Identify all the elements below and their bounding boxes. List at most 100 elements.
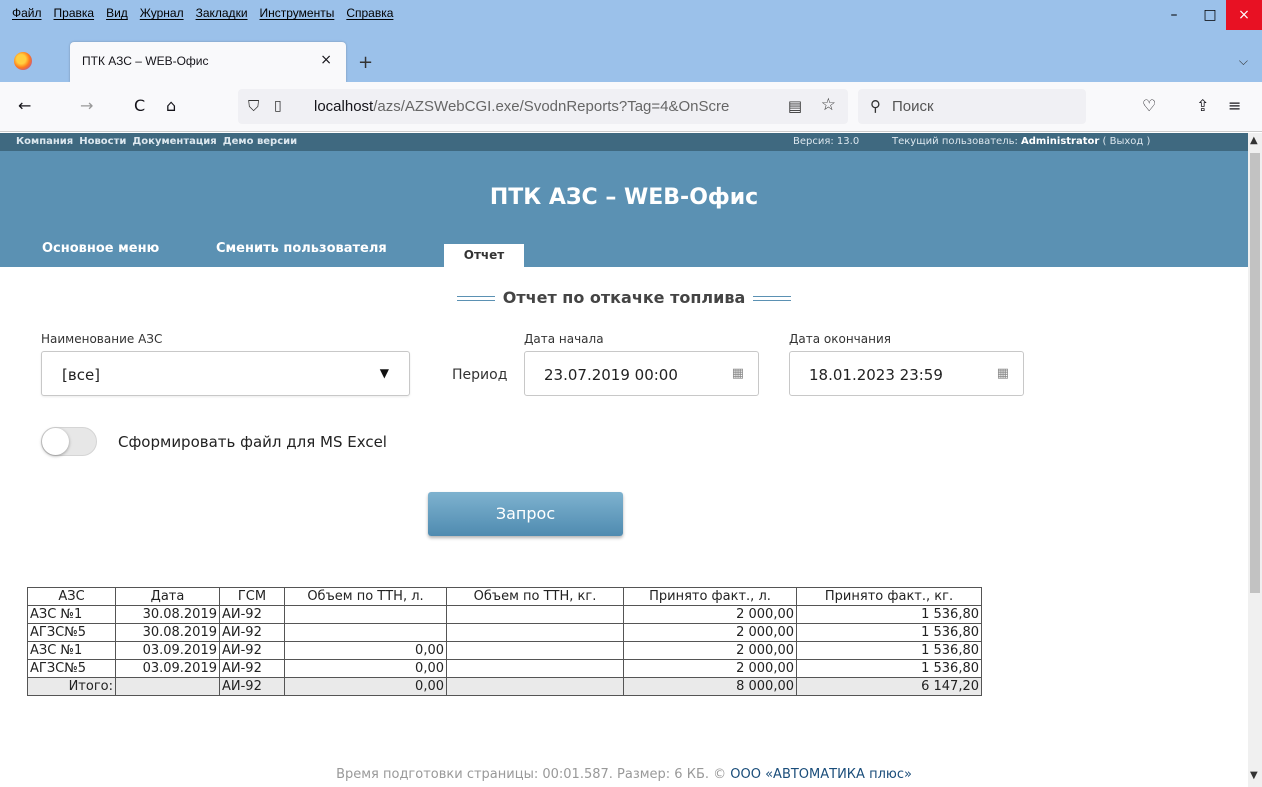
- col-header: Принято факт., л.: [623, 587, 797, 606]
- total-date: [115, 677, 220, 696]
- forward-arrow-icon[interactable]: →: [80, 96, 93, 115]
- cell-fact-l: 2 000,00: [623, 659, 797, 678]
- station-select[interactable]: [все] ▼: [41, 351, 410, 396]
- menu-file[interactable]: Файл: [12, 6, 42, 20]
- tab-report[interactable]: Отчет: [444, 244, 524, 267]
- request-button[interactable]: Запрос: [428, 492, 623, 536]
- total-fact-l: 8 000,00: [623, 677, 797, 696]
- start-date-input[interactable]: 23.07.2019 00:00 ▦: [524, 351, 759, 396]
- cell-station: АЗС №1: [27, 641, 116, 660]
- footer-text: Время подготовки страницы: 00:01.587. Ра…: [336, 767, 731, 782]
- cell-ttn-l: [284, 623, 447, 642]
- station-select-value: [все]: [62, 366, 101, 384]
- calendar-icon[interactable]: ▦: [997, 366, 1009, 381]
- total-ttn-kg: [446, 677, 624, 696]
- url-host: localhost: [314, 98, 374, 115]
- logout-link[interactable]: ( Выход ): [1099, 136, 1151, 147]
- user-prefix: Текущий пользователь:: [892, 136, 1022, 147]
- excel-toggle-label: Сформировать файл для MS Excel: [118, 433, 387, 451]
- col-header: ГСМ: [219, 587, 285, 606]
- company-link[interactable]: ООО «АВТОМАТИКА плюс»: [730, 767, 912, 782]
- cell-fact-kg: 1 536,80: [796, 623, 982, 642]
- link-demo[interactable]: Демо версии: [223, 136, 297, 147]
- table-total-row: Итого: АИ-92 0,00 8 000,00 6 147,20: [27, 677, 982, 696]
- search-bar[interactable]: ⚲ Поиск: [858, 89, 1086, 124]
- cell-ttn-kg: [446, 641, 624, 660]
- link-docs[interactable]: Документация: [132, 136, 216, 147]
- browser-menubar: Файл Правка Вид Журнал Закладки Инструме…: [0, 0, 1262, 38]
- menu-edit[interactable]: Правка: [54, 6, 95, 20]
- menu-history[interactable]: Журнал: [140, 6, 184, 20]
- scroll-thumb[interactable]: [1250, 153, 1260, 593]
- browser-tab-active[interactable]: ПТК АЗС – WEB-Офис ×: [70, 42, 346, 82]
- menu-list: Файл Правка Вид Журнал Закладки Инструме…: [12, 6, 393, 20]
- end-date-value: 18.01.2023 23:59: [809, 366, 943, 384]
- menu-bookmarks[interactable]: Закладки: [196, 6, 248, 20]
- cell-ttn-kg: [446, 623, 624, 642]
- cell-fact-kg: 1 536,80: [796, 659, 982, 678]
- menu-view[interactable]: Вид: [106, 6, 128, 20]
- cell-fact-l: 2 000,00: [623, 623, 797, 642]
- table-row: АГЗС№5 30.08.2019 АИ-92 2 000,00 1 536,8…: [27, 623, 982, 642]
- app-menu-icon[interactable]: ≡: [1228, 96, 1241, 115]
- scroll-up-icon[interactable]: ▲: [1250, 135, 1258, 146]
- excel-toggle[interactable]: [41, 427, 97, 456]
- cell-fuel: АИ-92: [219, 605, 285, 624]
- report-table: АЗС Дата ГСМ Объем по ТТН, л. Объем по Т…: [27, 587, 982, 696]
- cell-fuel: АИ-92: [219, 641, 285, 660]
- pocket-icon[interactable]: ♡: [1142, 96, 1156, 115]
- cell-date: 30.08.2019: [115, 623, 220, 642]
- table-row: АЗС №1 30.08.2019 АИ-92 2 000,00 1 536,8…: [27, 605, 982, 624]
- total-label: Итого:: [27, 677, 116, 696]
- tab-title: ПТК АЗС – WEB-Офис: [82, 54, 209, 68]
- toggle-knob: [42, 428, 69, 455]
- search-icon: ⚲: [870, 97, 881, 115]
- extensions-icon[interactable]: ⇪: [1196, 96, 1209, 115]
- cell-ttn-l: 0,00: [284, 659, 447, 678]
- menu-tools[interactable]: Инструменты: [260, 6, 335, 20]
- top-links: Компания Новости Документация Демо верси…: [16, 136, 297, 147]
- cell-ttn-l: [284, 605, 447, 624]
- version-label: Версия: 13.0: [793, 136, 860, 147]
- minimize-button[interactable]: –: [1154, 0, 1194, 30]
- reload-icon[interactable]: C: [134, 96, 145, 115]
- table-header-row: АЗС Дата ГСМ Объем по ТТН, л. Объем по Т…: [27, 587, 982, 606]
- cell-fact-kg: 1 536,80: [796, 641, 982, 660]
- calendar-icon[interactable]: ▦: [732, 366, 744, 381]
- maximize-button[interactable]: □: [1190, 0, 1230, 30]
- total-fact-kg: 6 147,20: [796, 677, 982, 696]
- report-title: Отчет по откачке топлива: [502, 288, 746, 307]
- back-arrow-icon[interactable]: ←: [18, 96, 31, 115]
- url-text[interactable]: localhost/azs/AZSWebCGI.exe/SvodnReports…: [314, 98, 774, 115]
- tab-close-icon[interactable]: ×: [320, 52, 332, 68]
- page-info-icon[interactable]: ▯: [274, 98, 282, 114]
- col-header: Объем по ТТН, л.: [284, 587, 447, 606]
- heading-rule-right: [753, 296, 792, 301]
- scroll-down-icon[interactable]: ▼: [1250, 770, 1258, 781]
- reader-view-icon[interactable]: ▤: [788, 97, 802, 115]
- table-row: АГЗС№5 03.09.2019 АИ-92 0,00 2 000,00 1 …: [27, 659, 982, 678]
- report-heading: Отчет по откачке топлива: [0, 288, 1248, 307]
- cell-fact-l: 2 000,00: [623, 641, 797, 660]
- page-scrollbar[interactable]: ▲ ▼: [1248, 133, 1262, 787]
- new-tab-icon[interactable]: +: [358, 52, 373, 73]
- tab-list-chevron-icon[interactable]: ⌵: [1239, 54, 1248, 69]
- end-date-input[interactable]: 18.01.2023 23:59 ▦: [789, 351, 1024, 396]
- heading-rule-left: [456, 296, 495, 301]
- dropdown-caret-icon: ▼: [379, 366, 389, 380]
- tracking-shield-icon[interactable]: ⛉: [248, 97, 259, 115]
- search-placeholder: Поиск: [892, 98, 934, 115]
- site-top-strip: Компания Новости Документация Демо верси…: [0, 133, 1248, 151]
- link-news[interactable]: Новости: [79, 136, 126, 147]
- close-window-button[interactable]: ×: [1226, 0, 1262, 30]
- menu-help[interactable]: Справка: [346, 6, 393, 20]
- home-icon[interactable]: ⌂: [166, 96, 176, 115]
- cell-date: 03.09.2019: [115, 641, 220, 660]
- nav-main-menu[interactable]: Основное меню: [42, 241, 159, 256]
- cell-fact-kg: 1 536,80: [796, 605, 982, 624]
- link-company[interactable]: Компания: [16, 136, 73, 147]
- url-bar[interactable]: ⛉ ▯ localhost/azs/AZSWebCGI.exe/SvodnRep…: [238, 89, 848, 124]
- nav-switch-user[interactable]: Сменить пользователя: [216, 241, 387, 256]
- bookmark-star-icon[interactable]: ☆: [821, 95, 836, 115]
- web-page: Компания Новости Документация Демо верси…: [0, 133, 1248, 787]
